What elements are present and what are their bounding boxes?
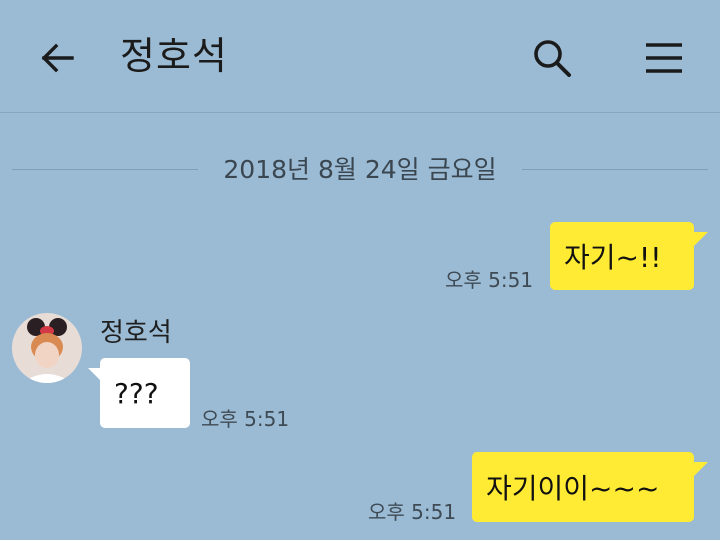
date-divider: 2018년 8월 24일 금요일 — [12, 150, 708, 190]
arrow-left-icon — [41, 43, 74, 73]
bubble-tail — [694, 232, 708, 246]
message-text: 자기이이~~~ — [486, 472, 660, 505]
profile-photo — [12, 313, 82, 383]
message-text: ??? — [114, 376, 159, 410]
menu-button[interactable] — [641, 36, 687, 80]
divider-line — [522, 169, 708, 170]
chat-header: 정호석 — [0, 0, 720, 113]
search-icon — [534, 40, 571, 77]
chat-title: 정호석 — [120, 34, 228, 78]
sender-name: 정호석 — [100, 318, 172, 348]
menu-icon — [646, 43, 682, 73]
message-time: 오후 5:51 — [201, 407, 290, 431]
date-label: 2018년 8월 24일 금요일 — [223, 155, 497, 184]
avatar[interactable] — [12, 313, 82, 383]
message-time: 오후 5:51 — [368, 500, 457, 524]
my-message-bubble[interactable]: 자기이이~~~ — [472, 452, 694, 522]
search-button[interactable] — [530, 36, 574, 80]
bubble-tail — [694, 462, 708, 476]
back-button[interactable] — [38, 38, 78, 78]
message-text: 자기~!! — [564, 241, 662, 274]
message-time: 오후 5:51 — [445, 268, 534, 292]
my-message-bubble[interactable]: 자기~!! — [550, 222, 694, 290]
their-message-bubble[interactable]: ??? — [100, 358, 190, 428]
